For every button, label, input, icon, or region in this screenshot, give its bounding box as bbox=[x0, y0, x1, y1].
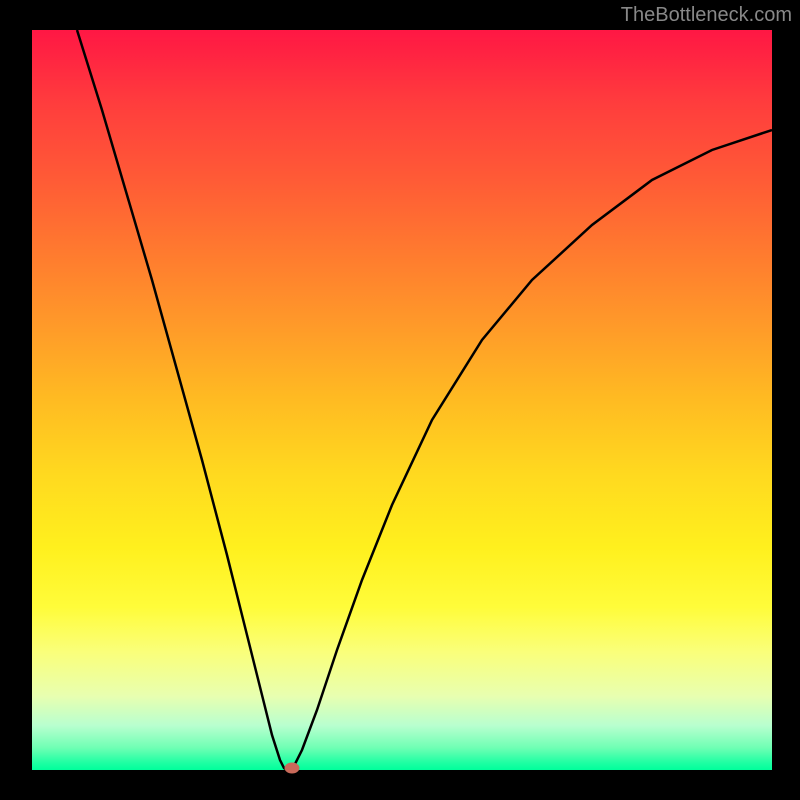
plot-area bbox=[32, 30, 772, 770]
bottleneck-curve-left bbox=[77, 30, 287, 770]
bottleneck-curve-right bbox=[292, 130, 772, 770]
curve-svg bbox=[32, 30, 772, 770]
marker-dot bbox=[285, 763, 300, 774]
chart-container: TheBottleneck.com bbox=[0, 0, 800, 800]
watermark-text: TheBottleneck.com bbox=[621, 4, 792, 27]
